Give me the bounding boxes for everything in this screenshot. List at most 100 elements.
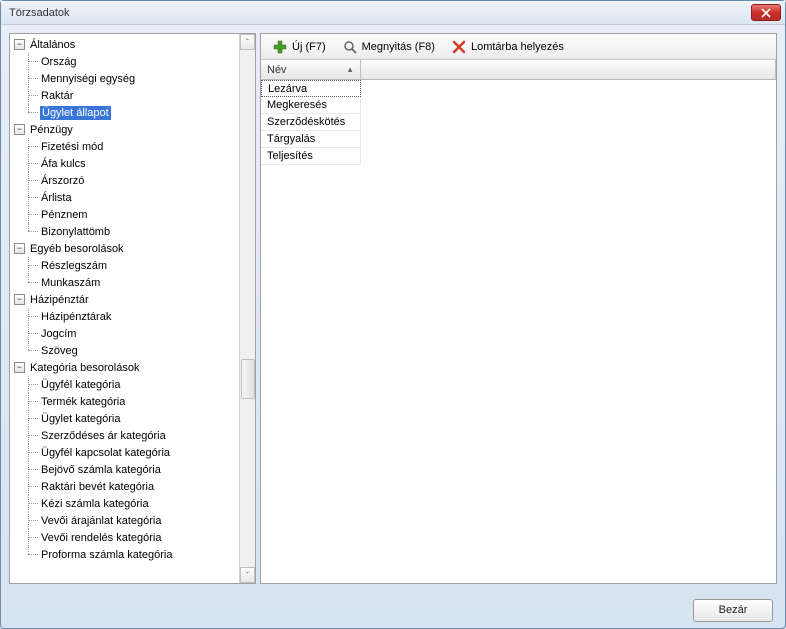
tree-body[interactable]: −ÁltalánosOrszágMennyiségi egységRaktárÜ… bbox=[10, 34, 239, 583]
tree-panel: −ÁltalánosOrszágMennyiségi egységRaktárÜ… bbox=[9, 33, 256, 584]
tree-item-label: Termék kategória bbox=[40, 395, 126, 409]
new-button[interactable]: Új (F7) bbox=[265, 36, 333, 58]
tree-group-label: Általános bbox=[29, 38, 76, 52]
tree-item[interactable]: Ország bbox=[10, 53, 239, 70]
new-label: Új (F7) bbox=[292, 41, 326, 53]
tree-item[interactable]: Kézi számla kategória bbox=[10, 495, 239, 512]
tree-item[interactable]: Áfa kulcs bbox=[10, 155, 239, 172]
scroll-up-button[interactable]: ˆ bbox=[240, 34, 255, 50]
close-button-label: Bezár bbox=[719, 604, 748, 616]
plus-icon bbox=[272, 39, 288, 55]
tree-group[interactable]: −Általános bbox=[10, 36, 239, 53]
tree-item[interactable]: Raktári bevét kategória bbox=[10, 478, 239, 495]
tree-connector bbox=[22, 495, 40, 512]
table-row[interactable]: Tárgyalás bbox=[261, 131, 776, 148]
tree-item-label: Árszorzó bbox=[40, 174, 85, 188]
tree-connector bbox=[22, 70, 40, 87]
table-row[interactable]: Szerződéskötés bbox=[261, 114, 776, 131]
sort-asc-icon: ▲ bbox=[346, 65, 354, 74]
open-button[interactable]: Megnyitás (F8) bbox=[335, 36, 442, 58]
tree-item-label: Vevői árajánlat kategória bbox=[40, 514, 162, 528]
tree-connector bbox=[22, 257, 40, 274]
tree-connector bbox=[22, 104, 40, 121]
collapse-icon[interactable]: − bbox=[14, 39, 25, 50]
tree-connector bbox=[22, 376, 40, 393]
tree-item[interactable]: Ügyfél kategória bbox=[10, 376, 239, 393]
tree-scrollbar[interactable]: ˆ ˇ bbox=[239, 34, 255, 583]
tree-connector bbox=[22, 206, 40, 223]
tree-item-label: Árlista bbox=[40, 191, 73, 205]
window-close-button[interactable] bbox=[751, 4, 781, 21]
tree-group-label: Házipénztár bbox=[29, 293, 90, 307]
tree-connector bbox=[22, 529, 40, 546]
tree-item[interactable]: Proforma számla kategória bbox=[10, 546, 239, 563]
tree-item-label: Házipénztárak bbox=[40, 310, 112, 324]
trash-button[interactable]: Lomtárba helyezés bbox=[444, 36, 571, 58]
tree-item-label: Pénznem bbox=[40, 208, 88, 222]
tree-item[interactable]: Vevői rendelés kategória bbox=[10, 529, 239, 546]
close-icon bbox=[761, 8, 771, 18]
titlebar: Törzsadatok bbox=[1, 1, 785, 25]
tree-item[interactable]: Ügylet állapot bbox=[10, 104, 239, 121]
tree-item[interactable]: Árszorzó bbox=[10, 172, 239, 189]
tree-group[interactable]: −Kategória besorolások bbox=[10, 359, 239, 376]
tree-item[interactable]: Házipénztárak bbox=[10, 308, 239, 325]
tree-item[interactable]: Jogcím bbox=[10, 325, 239, 342]
tree-item[interactable]: Bejövő számla kategória bbox=[10, 461, 239, 478]
tree-connector bbox=[22, 342, 40, 359]
table-row[interactable]: Lezárva bbox=[261, 80, 776, 97]
tree-connector bbox=[22, 444, 40, 461]
tree-group[interactable]: −Egyéb besorolások bbox=[10, 240, 239, 257]
tree-item[interactable]: Szerződéses ár kategória bbox=[10, 427, 239, 444]
tree-item-label: Raktári bevét kategória bbox=[40, 480, 155, 494]
tree-item[interactable]: Pénznem bbox=[10, 206, 239, 223]
tree-item[interactable]: Raktár bbox=[10, 87, 239, 104]
tree-item[interactable]: Ügylet kategória bbox=[10, 410, 239, 427]
tree-item[interactable]: Ügyfél kapcsolat kategória bbox=[10, 444, 239, 461]
collapse-icon[interactable]: − bbox=[14, 294, 25, 305]
cell-name: Tárgyalás bbox=[261, 131, 361, 148]
tree-item-label: Raktár bbox=[40, 89, 74, 103]
collapse-icon[interactable]: − bbox=[14, 124, 25, 135]
tree-item[interactable]: Fizetési mód bbox=[10, 138, 239, 155]
window-title: Törzsadatok bbox=[9, 7, 70, 19]
right-panel: Új (F7) Megnyitás (F8) bbox=[260, 33, 777, 584]
tree-connector bbox=[22, 546, 40, 563]
tree-item[interactable]: Szöveg bbox=[10, 342, 239, 359]
tree-item-label: Ügyfél kapcsolat kategória bbox=[40, 446, 171, 460]
tree-connector bbox=[22, 172, 40, 189]
collapse-icon[interactable]: − bbox=[14, 243, 25, 254]
cell-name: Szerződéskötés bbox=[261, 114, 361, 131]
tree-connector bbox=[22, 427, 40, 444]
delete-icon bbox=[451, 39, 467, 55]
tree-item-label: Áfa kulcs bbox=[40, 157, 87, 171]
column-header-name[interactable]: Név ▲ bbox=[261, 60, 361, 79]
tree-group-label: Kategória besorolások bbox=[29, 361, 140, 375]
table-row[interactable]: Megkeresés bbox=[261, 97, 776, 114]
tree-connector bbox=[22, 155, 40, 172]
tree-item[interactable]: Munkaszám bbox=[10, 274, 239, 291]
tree-connector bbox=[22, 274, 40, 291]
grid-body[interactable]: LezárvaMegkeresésSzerződéskötésTárgyalás… bbox=[261, 80, 776, 583]
grid-header: Név ▲ bbox=[261, 60, 776, 80]
tree-item[interactable]: Vevői árajánlat kategória bbox=[10, 512, 239, 529]
tree-item-label: Ügyfél kategória bbox=[40, 378, 122, 392]
tree-item-label: Fizetési mód bbox=[40, 140, 104, 154]
tree-item[interactable]: Részlegszám bbox=[10, 257, 239, 274]
tree-item[interactable]: Bizonylattömb bbox=[10, 223, 239, 240]
table-row[interactable]: Teljesítés bbox=[261, 148, 776, 165]
tree-item[interactable]: Termék kategória bbox=[10, 393, 239, 410]
tree-group[interactable]: −Házipénztár bbox=[10, 291, 239, 308]
column-header-rest[interactable] bbox=[361, 60, 776, 79]
close-button[interactable]: Bezár bbox=[693, 599, 773, 622]
scroll-thumb[interactable] bbox=[241, 359, 255, 399]
scroll-down-button[interactable]: ˇ bbox=[240, 567, 255, 583]
tree-connector bbox=[22, 53, 40, 70]
tree-item-label: Vevői rendelés kategória bbox=[40, 531, 162, 545]
cell-name: Megkeresés bbox=[261, 97, 361, 114]
collapse-icon[interactable]: − bbox=[14, 362, 25, 373]
tree-group[interactable]: −Pénzügy bbox=[10, 121, 239, 138]
tree-item-label: Ügylet állapot bbox=[40, 106, 111, 120]
tree-item[interactable]: Árlista bbox=[10, 189, 239, 206]
tree-item[interactable]: Mennyiségi egység bbox=[10, 70, 239, 87]
